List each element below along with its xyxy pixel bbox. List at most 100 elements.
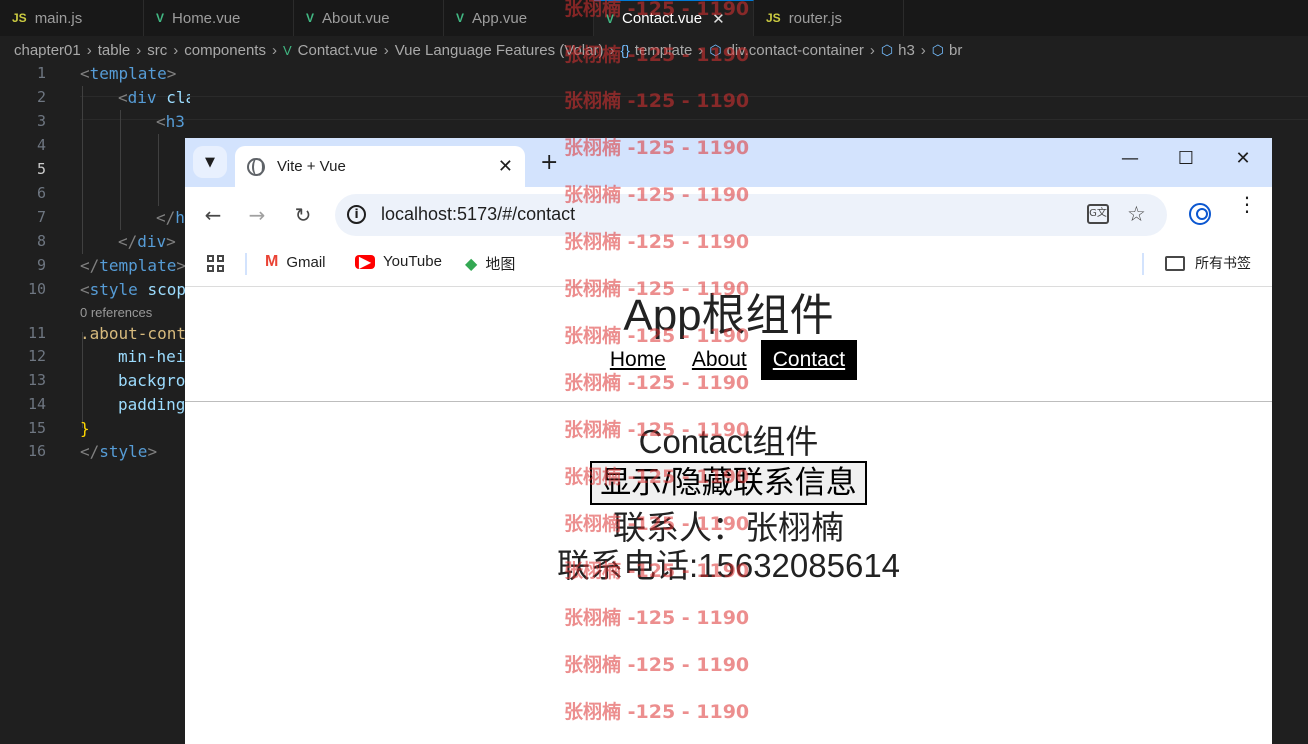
breadcrumb-item[interactable]: table xyxy=(98,42,131,59)
code-area[interactable]: 1 2 3 4 5 6 7 8 9 10 11 12 13 14 15 16 <… xyxy=(0,62,190,744)
chevron-right-icon: › xyxy=(869,41,875,59)
contact-heading: Contact组件 xyxy=(638,423,819,460)
tab-about-vue[interactable]: V About.vue xyxy=(294,0,444,36)
all-bookmarks-button[interactable]: 所有书签 xyxy=(1165,253,1251,273)
bookmark-separator xyxy=(245,253,247,275)
line-number: 7 xyxy=(36,208,46,226)
window-close-button[interactable]: ✕ xyxy=(1228,148,1258,169)
references-codelens[interactable]: 0 references xyxy=(80,305,190,320)
minimize-button[interactable]: — xyxy=(1115,148,1145,169)
editor-tab-bar: JS main.js V Home.vue V About.vue V App.… xyxy=(0,0,1308,36)
address-bar[interactable]: i localhost:5173/#/contact G文 ☆ xyxy=(335,194,1167,236)
url-text[interactable]: localhost:5173/#/contact xyxy=(381,204,575,225)
line-number: 9 xyxy=(36,256,46,274)
bookmark-star-icon[interactable]: ☆ xyxy=(1127,202,1146,226)
bookmark-maps[interactable]: ◆ 地图 xyxy=(465,253,515,274)
tab-label: Contact.vue xyxy=(622,10,703,27)
cube-icon: ⬡ xyxy=(880,41,894,58)
tab-app-vue[interactable]: V App.vue xyxy=(444,0,594,36)
line-number: 1 xyxy=(36,64,46,82)
code-line: <style scoped xyxy=(80,280,190,299)
vue-file-icon: V xyxy=(282,42,292,58)
browser-tab[interactable]: Vite + Vue ✕ xyxy=(235,146,525,187)
line-number: 5 xyxy=(36,160,46,178)
tab-home-vue[interactable]: V Home.vue xyxy=(144,0,294,36)
chevron-right-icon: › xyxy=(698,41,704,59)
nav-link-home[interactable]: Home xyxy=(598,340,678,380)
apps-grid-icon[interactable] xyxy=(207,255,225,273)
breadcrumb-item[interactable]: Contact.vue xyxy=(298,42,378,59)
chevron-right-icon: › xyxy=(173,41,179,59)
new-tab-button[interactable]: + xyxy=(540,150,558,175)
indent-guide xyxy=(158,134,159,206)
bookmark-separator xyxy=(1142,253,1144,275)
line-number: 2 xyxy=(36,88,46,106)
cube-icon: ⬡ xyxy=(709,41,722,58)
tab-contact-vue[interactable]: V Contact.vue ✕ xyxy=(594,0,754,36)
vue-file-icon: V xyxy=(456,11,465,25)
chevron-right-icon: › xyxy=(920,41,926,59)
maximize-button[interactable]: ☐ xyxy=(1171,148,1201,169)
breadcrumb-item[interactable]: chapter01 xyxy=(14,42,81,59)
breadcrumb-item[interactable]: h3 xyxy=(898,42,915,59)
vue-file-icon: V xyxy=(306,11,315,25)
code-line: .about-container xyxy=(80,324,190,343)
bookmark-label: Gmail xyxy=(286,253,326,271)
tab-label: router.js xyxy=(788,9,843,27)
code-line: </template> xyxy=(80,256,186,275)
tab-label: Home.vue xyxy=(172,9,241,27)
code-line: </div> xyxy=(118,232,176,251)
code-line: <h3 xyxy=(156,112,185,131)
translate-icon[interactable]: G文 xyxy=(1087,204,1109,224)
forward-arrow-icon[interactable]: → xyxy=(245,203,269,227)
bookmark-gmail[interactable]: M Gmail xyxy=(265,253,326,271)
breadcrumb-item[interactable]: Vue Language Features (Volar) xyxy=(395,42,604,59)
line-number: 10 xyxy=(27,280,46,298)
tab-search-button[interactable]: ▼ xyxy=(193,146,227,178)
maps-icon: ◆ xyxy=(465,255,478,273)
nav-link-about[interactable]: About xyxy=(680,340,759,380)
site-info-icon[interactable]: i xyxy=(347,205,366,224)
bookmark-label: YouTube xyxy=(383,253,442,270)
code-line: min-height xyxy=(118,347,190,366)
line-number: 12 xyxy=(27,347,46,365)
browser-tab-title: Vite + Vue xyxy=(277,158,346,175)
tab-label: main.js xyxy=(34,9,83,27)
chevron-right-icon: › xyxy=(86,41,92,59)
close-icon[interactable]: ✕ xyxy=(712,10,725,28)
tab-main-js[interactable]: JS main.js xyxy=(0,0,144,36)
close-tab-icon[interactable]: ✕ xyxy=(498,156,513,177)
more-menu-icon[interactable]: ⋮ xyxy=(1237,194,1257,214)
line-number: 8 xyxy=(36,232,46,250)
nav-link-contact[interactable]: Contact xyxy=(760,340,858,380)
reload-icon[interactable]: ↻ xyxy=(291,203,315,227)
cube-icon: ⬡ xyxy=(931,41,945,58)
code-line: } xyxy=(80,419,90,438)
breadcrumb-item[interactable]: div.contact-container xyxy=(727,42,864,59)
toggle-contact-info-button[interactable]: 显示/隐藏联系信息 xyxy=(590,461,867,505)
line-number: 14 xyxy=(27,395,46,413)
tab-router-js[interactable]: JS router.js xyxy=(754,0,904,36)
breadcrumb-item[interactable]: br xyxy=(949,42,962,59)
bookmark-youtube[interactable]: ▶ YouTube xyxy=(355,253,442,271)
contact-phone: 联系电话:15632085614 xyxy=(556,547,901,584)
chevron-down-icon: ▼ xyxy=(205,154,215,170)
back-arrow-icon[interactable]: ← xyxy=(201,203,225,227)
tab-label: About.vue xyxy=(322,9,390,27)
breadcrumb-item[interactable]: src xyxy=(147,42,167,59)
breadcrumb: chapter01 › table › src › components › V Cont… xyxy=(0,38,1308,62)
breadcrumb-item[interactable]: components xyxy=(184,42,266,59)
breadcrumb-item[interactable]: template xyxy=(635,42,693,59)
line-number: 11 xyxy=(27,324,46,342)
braces-icon: {} xyxy=(620,42,630,58)
line-number: 16 xyxy=(27,442,46,460)
profile-icon[interactable] xyxy=(1189,203,1211,225)
globe-icon xyxy=(247,157,265,176)
chevron-right-icon: › xyxy=(271,41,277,59)
chevron-right-icon: › xyxy=(136,41,142,59)
all-bookmarks-label: 所有书签 xyxy=(1195,255,1251,271)
chevron-right-icon: › xyxy=(383,41,389,59)
contact-person: 联系人：张栩楠 xyxy=(613,509,844,546)
line-number: 13 xyxy=(27,371,46,389)
browser-toolbar: ← → ↻ i localhost:5173/#/contact G文 ☆ ⋮ xyxy=(185,187,1272,243)
